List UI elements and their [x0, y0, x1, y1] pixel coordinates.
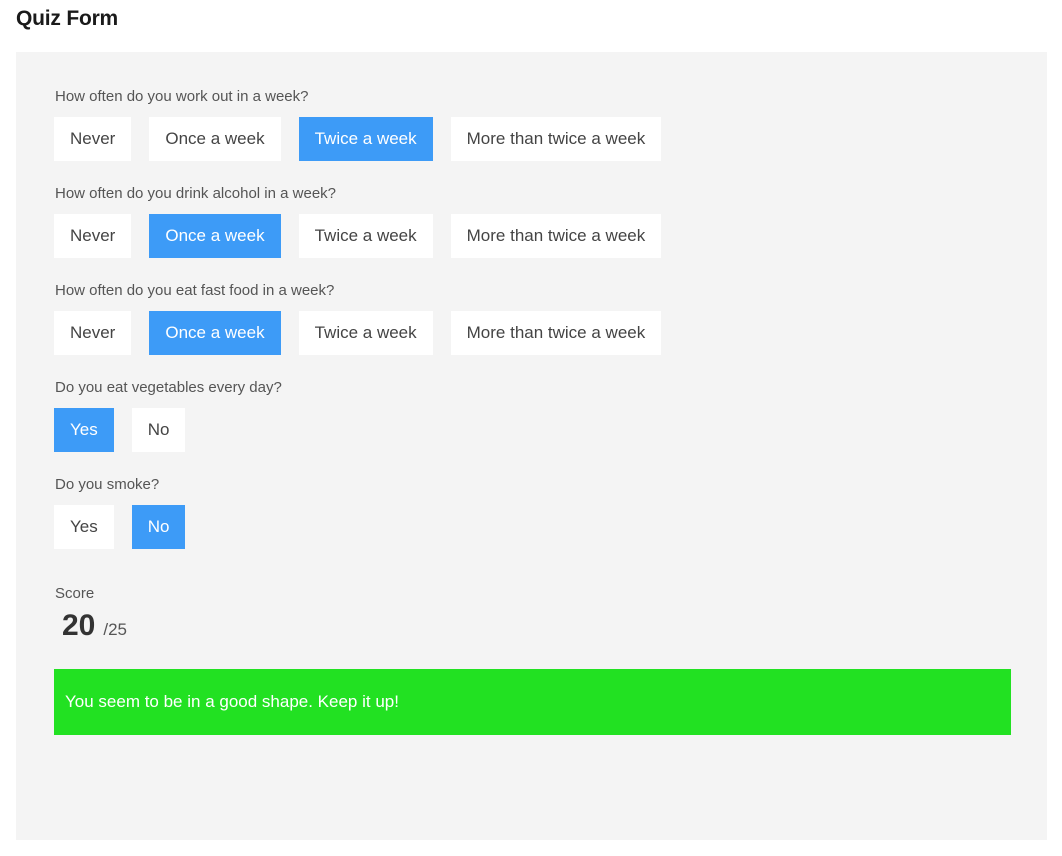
question-block: How often do you eat fast food in a week… [54, 282, 1047, 355]
question-label: How often do you drink alcohol in a week… [55, 185, 337, 202]
option-button[interactable]: Yes [54, 408, 114, 452]
options-row: Never Once a week Twice a week More than tw… [54, 117, 1047, 161]
option-button[interactable]: More than twice a week [450, 311, 662, 355]
option-button[interactable]: Never [54, 311, 132, 355]
option-button[interactable]: Once a week [149, 311, 281, 355]
question-block: How often do you drink alcohol in a week… [54, 185, 1047, 258]
option-button[interactable]: More than twice a week [450, 117, 662, 161]
quiz-form-panel: How often do you work out in a week? Neve… [16, 52, 1047, 840]
question-block: Do you smoke? Yes No [54, 476, 1047, 549]
option-button[interactable]: No [131, 505, 186, 549]
option-button[interactable]: Twice a week [298, 311, 433, 355]
option-button[interactable]: No [131, 408, 186, 452]
options-row: Yes No [54, 408, 1047, 452]
questions-container: How often do you work out in a week? Neve… [54, 88, 1047, 549]
score-total: /25 [103, 620, 128, 639]
score-value: 20 [62, 609, 96, 642]
question-block: How often do you work out in a week? Neve… [54, 88, 1047, 161]
score-label: Score [55, 585, 95, 602]
option-button[interactable]: Never [54, 117, 132, 161]
option-button[interactable]: Twice a week [298, 117, 433, 161]
option-button[interactable]: Never [54, 214, 132, 258]
score-value-row: 20 /25 [54, 609, 1047, 643]
score-block: Score 20 /25 [54, 585, 1047, 643]
options-row: Yes No [54, 505, 1047, 549]
option-button[interactable]: Yes [54, 505, 114, 549]
question-label: Do you eat vegetables every day? [55, 379, 282, 396]
option-button[interactable]: Twice a week [298, 214, 433, 258]
question-label: How often do you work out in a week? [55, 88, 309, 105]
option-button[interactable]: Once a week [149, 214, 281, 258]
quiz-form: How often do you work out in a week? Neve… [16, 52, 1047, 735]
options-row: Never Once a week Twice a week More than tw… [54, 311, 1047, 355]
options-row: Never Once a week Twice a week More than tw… [54, 214, 1047, 258]
question-label: Do you smoke? [55, 476, 160, 493]
result-banner: You seem to be in a good shape. Keep it … [54, 669, 1011, 735]
question-block: Do you eat vegetables every day? Yes No [54, 379, 1047, 452]
option-button[interactable]: Once a week [149, 117, 281, 161]
page-title: Quiz Form [16, 7, 119, 30]
question-label: How often do you eat fast food in a week… [55, 282, 335, 299]
option-button[interactable]: More than twice a week [450, 214, 662, 258]
